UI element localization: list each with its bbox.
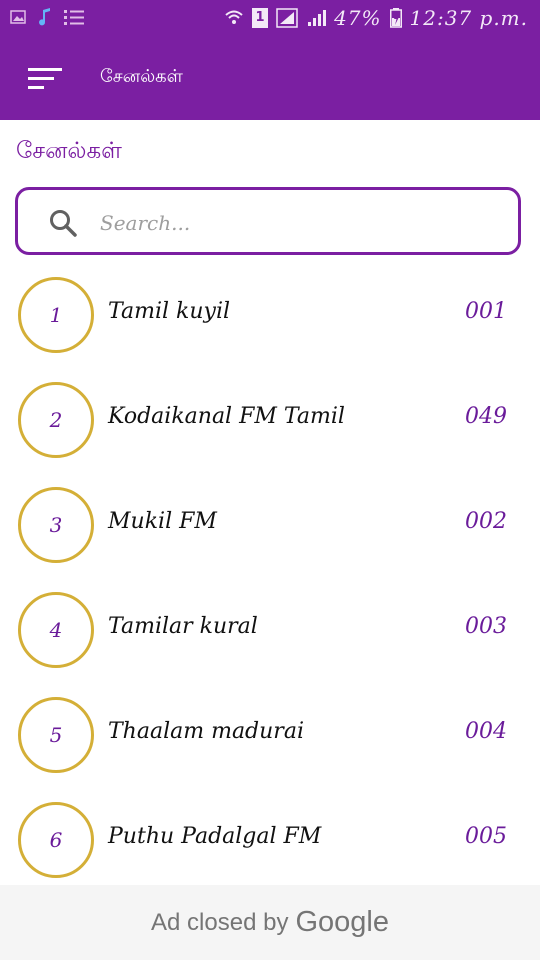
app-bar-title: சேனல்கள்: [100, 66, 183, 87]
sim-badge: 1: [252, 8, 269, 28]
channel-name: Tamil kuyil: [108, 299, 231, 324]
channel-name: Kodaikanal FM Tamil: [108, 404, 345, 429]
channel-name: Tamilar kural: [108, 614, 258, 639]
notification-icons: [10, 8, 84, 26]
image-icon: [10, 10, 26, 24]
ad-banner: Ad closed by Google: [0, 885, 540, 960]
channel-name: Thaalam madurai: [108, 719, 304, 744]
channel-row[interactable]: 4 Tamilar kural 003: [0, 578, 540, 683]
wifi-icon: [225, 10, 243, 24]
signal-icon-2: [308, 10, 327, 26]
channel-index-circle: 3: [18, 487, 94, 563]
system-icons: 1 47% 12:37 p.m.: [224, 6, 528, 30]
channel-code: 005: [465, 824, 507, 849]
search-icon: [50, 210, 77, 237]
page-title: சேனல்கள்: [16, 138, 122, 164]
channel-list: 1 Tamil kuyil 001 2 Kodaikanal FM Tamil …: [0, 263, 540, 893]
app-bar: சேனல்கள்: [0, 38, 540, 120]
clock: 12:37 p.m.: [409, 6, 528, 30]
channel-code: 049: [465, 404, 507, 429]
channel-row[interactable]: 2 Kodaikanal FM Tamil 049: [0, 368, 540, 473]
channel-index-circle: 6: [18, 802, 94, 878]
channel-row[interactable]: 6 Puthu Padalgal FM 005: [0, 788, 540, 893]
channel-index-circle: 1: [18, 277, 94, 353]
status-bar: 1 47% 12:37 p.m.: [0, 0, 540, 38]
channel-name: Puthu Padalgal FM: [108, 824, 322, 849]
search-input[interactable]: [98, 202, 502, 244]
channel-index-circle: 2: [18, 382, 94, 458]
channel-row[interactable]: 1 Tamil kuyil 001: [0, 263, 540, 368]
music-note-icon: [39, 8, 50, 26]
ad-closed-text: Ad closed by: [151, 908, 289, 936]
battery-icon: [389, 8, 402, 28]
signal-icon-1: [276, 8, 298, 28]
menu-button[interactable]: [22, 62, 68, 96]
channel-row[interactable]: 3 Mukil FM 002: [0, 473, 540, 578]
channel-code: 003: [465, 614, 507, 639]
channel-row[interactable]: 5 Thaalam madurai 004: [0, 683, 540, 788]
channel-code: 004: [465, 719, 507, 744]
ad-brand-logo: Google: [295, 906, 389, 938]
channel-index-circle: 4: [18, 592, 94, 668]
channel-code: 002: [465, 509, 507, 534]
menu-icon: [28, 68, 62, 89]
channel-code: 001: [465, 299, 507, 324]
battery-percent: 47%: [334, 6, 382, 30]
list-icon: [64, 10, 84, 25]
channel-index-circle: 5: [18, 697, 94, 773]
search-box: [15, 187, 521, 255]
channel-name: Mukil FM: [108, 509, 217, 534]
